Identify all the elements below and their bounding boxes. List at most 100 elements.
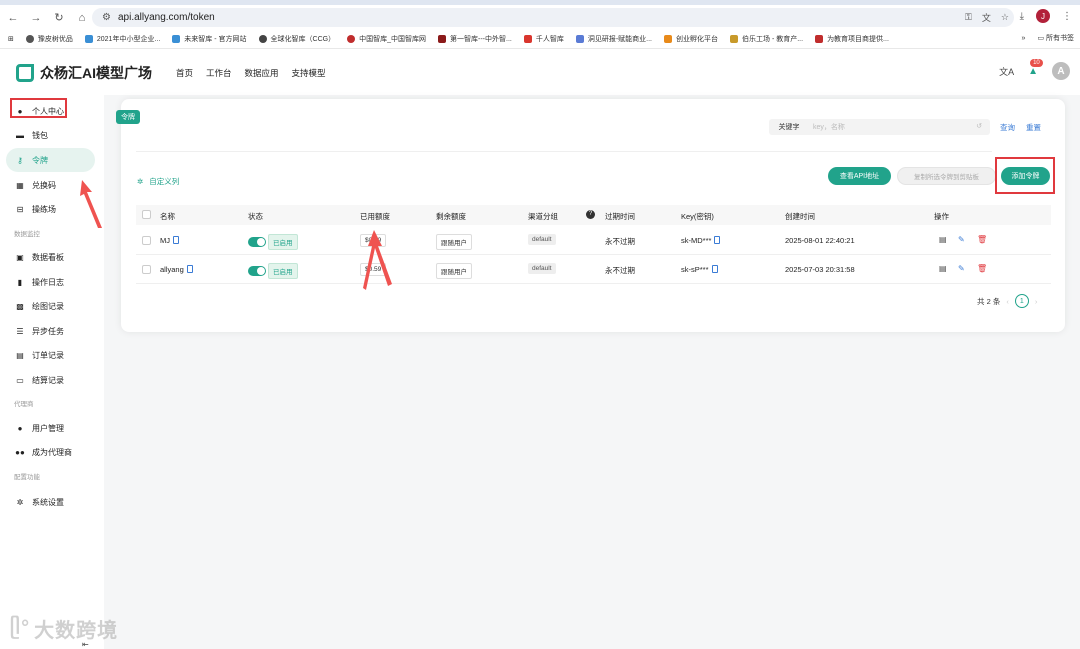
apps-icon[interactable]: ⊞ (8, 35, 14, 43)
download-icon[interactable]: ⤓ (1020, 11, 1024, 22)
bookmark[interactable]: 千人智库 (523, 34, 564, 44)
nav-models[interactable]: 支持模型 (292, 67, 326, 79)
page-number[interactable]: 1 (1014, 294, 1029, 308)
collapse-sidebar-icon[interactable]: ⇤ (82, 640, 89, 649)
col-expire: 过期时间 (605, 212, 635, 221)
sidebar-item-drawlog[interactable]: ▩ 绘图记录 (10, 294, 95, 318)
wallet-icon: ▬ (16, 130, 24, 140)
dashboard-icon: ▣ (16, 252, 24, 262)
next-page-icon[interactable]: › (1035, 297, 1038, 306)
user-icon: ● (17, 423, 23, 433)
nav-data-apps[interactable]: 数据应用 (245, 67, 279, 79)
edit-icon[interactable]: ✎ (958, 235, 965, 244)
list-icon: ☰ (16, 326, 24, 336)
bookmark[interactable]: 中国智库_中国智库网 (347, 34, 426, 44)
all-bookmarks[interactable]: ▭ 所有书签 (1037, 33, 1074, 43)
col-key: Key(密钥) (681, 212, 714, 221)
language-icon[interactable]: 文A (999, 65, 1014, 78)
help-icon[interactable]: ? (586, 210, 595, 219)
api-key: sk-sP*** (681, 265, 718, 274)
bookmark[interactable]: 豫皮树优品 (25, 34, 73, 44)
bookmark[interactable]: 第一智库---中外智... (438, 34, 512, 44)
chat-icon[interactable]: ▤ (939, 235, 947, 244)
avatar[interactable]: A (1052, 62, 1070, 80)
sidebar-item-settle[interactable]: ▭ 结算记录 (10, 368, 95, 392)
expire-time: 永不过期 (605, 266, 635, 275)
home-icon[interactable]: ⌂ (72, 8, 92, 28)
sidebar-item-settings[interactable]: ✲ 系统设置 (10, 490, 95, 514)
site-info-icon[interactable]: ⚙ (102, 12, 111, 23)
playground-icon: ⊟ (16, 204, 24, 214)
back-icon[interactable]: ← (3, 8, 23, 28)
menu-icon[interactable]: ⋮ (1062, 11, 1072, 22)
reload-icon[interactable]: ↻ (49, 8, 69, 28)
row-checkbox[interactable] (142, 265, 151, 274)
logo-mark (16, 64, 34, 82)
sidebar-item-token[interactable]: ⚷ 令牌 (6, 148, 95, 172)
notification-bell[interactable]: ▲ 10 (1028, 58, 1043, 77)
users-icon: ●● (15, 447, 25, 457)
select-all-checkbox[interactable] (142, 210, 151, 219)
bookmark[interactable]: 全球化智库（CCG） (258, 34, 335, 44)
watermark-logo: ᥫ° (10, 617, 31, 639)
highlight-box-personal (10, 98, 67, 118)
col-status: 状态 (248, 212, 263, 221)
created-time: 2025-08-01 22:40:21 (785, 236, 855, 245)
created-time: 2025-07-03 20:31:58 (785, 265, 855, 274)
copy-icon[interactable] (714, 236, 721, 244)
keyword-input[interactable]: key，名称 ↺ (806, 119, 990, 135)
bell-icon: ▲ (1028, 65, 1038, 77)
nav-home[interactable]: 首页 (176, 67, 193, 79)
sidebar-item-oplog[interactable]: ▮ 操作日志 (10, 270, 95, 294)
sidebar-item-dashboard[interactable]: ▣ 数据看板 (10, 245, 95, 269)
sidebar-item-orders[interactable]: ▤ 订单记录 (10, 343, 95, 367)
highlight-box-add-token (995, 157, 1055, 194)
bookmark[interactable]: 未来智库 - 官方网站 (172, 34, 247, 44)
edit-icon[interactable]: ✎ (958, 264, 965, 273)
copy-icon[interactable] (186, 265, 193, 273)
status-toggle[interactable] (248, 266, 266, 276)
undo-icon[interactable]: ↺ (976, 122, 982, 130)
divider (136, 151, 992, 152)
group-badge: default (528, 234, 556, 245)
sidebar-item-become-agent[interactable]: ●● 成为代理商 (10, 440, 95, 464)
sidebar-item-users[interactable]: ● 用户管理 (10, 416, 95, 440)
bookmark[interactable]: 洞见研报-赋能商业... (575, 34, 652, 44)
copy-icon[interactable] (173, 236, 179, 244)
query-link[interactable]: 查询 (1000, 122, 1015, 133)
row-checkbox[interactable] (142, 236, 151, 245)
sidebar-item-wallet[interactable]: ▬ 钱包 (10, 123, 95, 147)
address-bar[interactable]: ⚙ api.allyang.com/token ⚿ 文 ☆ (92, 8, 1014, 27)
bookmark[interactable]: 创业孵化平台 (664, 34, 718, 44)
reset-link[interactable]: 重置 (1026, 122, 1041, 133)
prev-page-icon[interactable]: ‹ (1006, 297, 1009, 306)
profile-avatar[interactable]: J (1036, 9, 1050, 23)
delete-icon[interactable]: 🗑 (977, 264, 987, 273)
status-toggle[interactable] (248, 237, 266, 247)
bookmark[interactable]: 伯乐工场 - 教育产... (730, 34, 803, 44)
view-api-button[interactable]: 查看API地址 (828, 167, 891, 185)
arrow-annotation (80, 180, 102, 228)
chat-icon[interactable]: ▤ (939, 264, 947, 273)
custom-columns-button[interactable]: ✲ 自定义列 (137, 176, 179, 187)
key-icon: ⚷ (17, 155, 23, 165)
forward-icon[interactable]: → (26, 8, 46, 28)
table-row: allyang 已启用 $0.59 跟随用户 default 永不过期 sk-s… (136, 255, 1051, 284)
arrow-annotation (363, 230, 392, 290)
col-remain: 剩余额度 (436, 212, 466, 221)
copy-icon[interactable] (711, 265, 718, 273)
sidebar-group-agent: 代理商 (14, 401, 34, 408)
sidebar-item-async[interactable]: ☰ 异步任务 (10, 319, 95, 343)
star-icon[interactable]: ☆ (1001, 12, 1009, 23)
logo[interactable]: 众杨汇AI模型广场 (16, 63, 152, 83)
monitor-icon: ▭ (16, 375, 24, 385)
nav-workspace[interactable]: 工作台 (206, 67, 232, 79)
expire-time: 永不过期 (605, 237, 635, 246)
bookmark[interactable]: 2021年中小型企业... (84, 34, 160, 44)
copy-selected-button[interactable]: 复制所选令牌到剪贴板 (897, 167, 996, 185)
delete-icon[interactable]: 🗑 (977, 235, 987, 244)
bookmark[interactable]: 为教育项目商提供... (815, 34, 889, 44)
translate-icon[interactable]: 文 (982, 11, 991, 24)
key-icon[interactable]: ⚿ (965, 12, 972, 23)
more-bookmarks-icon[interactable]: » (1022, 35, 1026, 42)
